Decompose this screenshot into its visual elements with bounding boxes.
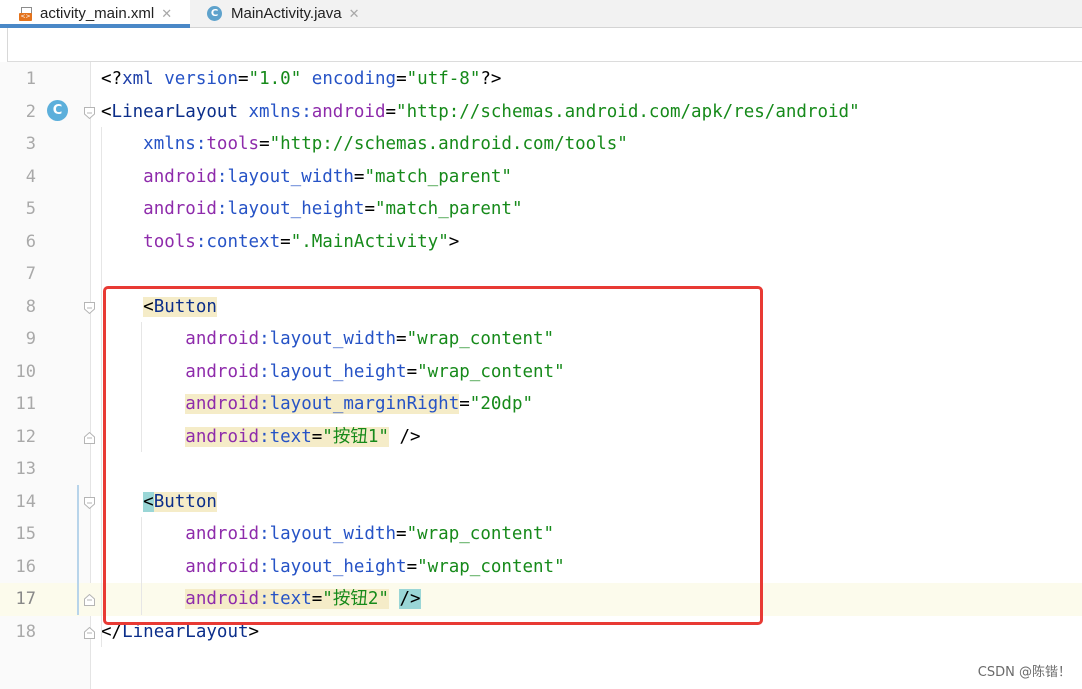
code-line[interactable]: 4 android:layout_width="match_parent" bbox=[0, 161, 1082, 194]
fold-end-icon[interactable] bbox=[84, 626, 95, 639]
class-gutter-icon[interactable]: C bbox=[47, 100, 68, 121]
code-token: = bbox=[364, 199, 375, 219]
java-class-icon: C bbox=[207, 6, 222, 21]
code-token: :layout_height bbox=[216, 199, 365, 219]
code-token: encoding bbox=[311, 69, 397, 89]
code-text[interactable]: android:layout_height="match_parent" bbox=[101, 193, 523, 226]
code-token: < bbox=[101, 101, 112, 122]
code-line[interactable]: 5 android:layout_height="match_parent" bbox=[0, 193, 1082, 226]
code-line[interactable]: 1 <?xml version="1.0" encoding="utf-8"?> bbox=[0, 63, 1082, 96]
vcs-change-marker[interactable] bbox=[77, 485, 79, 615]
code-line[interactable]: 3 xmlns:tools="http://schemas.android.co… bbox=[0, 128, 1082, 161]
line-number: 2 bbox=[25, 101, 36, 122]
close-icon[interactable]: ✕ bbox=[349, 6, 360, 22]
xml-file-icon: <> bbox=[19, 6, 32, 21]
code-line[interactable]: 6 tools:context=".MainActivity"> bbox=[0, 226, 1082, 259]
line-number: 14 bbox=[15, 491, 36, 512]
watermark: CSDN @陈锴！ bbox=[977, 665, 1071, 680]
tab-activity-main-xml[interactable]: <> activity_main.xml ✕ bbox=[0, 0, 190, 28]
code-text[interactable]: <?xml version="1.0" encoding="utf-8"?> bbox=[101, 63, 501, 96]
fold-collapse-icon[interactable] bbox=[84, 106, 95, 119]
code-text[interactable]: tools:context=".MainActivity"> bbox=[101, 226, 459, 259]
code-token: xmlns: bbox=[248, 101, 312, 122]
line-number: 15 bbox=[15, 524, 36, 544]
close-icon[interactable]: ✕ bbox=[161, 6, 172, 22]
tab-label: MainActivity.java bbox=[231, 5, 342, 22]
line-number: 13 bbox=[15, 459, 36, 479]
code-line[interactable]: 2 <LinearLayout xmlns:android="http://sch… bbox=[0, 96, 1082, 129]
code-token: LinearLayout bbox=[111, 101, 249, 122]
code-token: > bbox=[448, 231, 460, 252]
line-number: 6 bbox=[25, 231, 36, 252]
code-token: ?> bbox=[480, 69, 502, 89]
editor-tab-bar: <> activity_main.xml ✕ C MainActivity.ja… bbox=[0, 0, 1082, 28]
code-token: "match_parent" bbox=[364, 166, 512, 187]
code-token: = bbox=[238, 69, 249, 89]
line-number: 12 bbox=[15, 426, 36, 447]
code-text[interactable]: <LinearLayout xmlns:android="http://sche… bbox=[101, 96, 860, 129]
line-number: 11 bbox=[15, 394, 36, 414]
code-token: xmlns: bbox=[143, 134, 207, 154]
code-token: = bbox=[385, 101, 397, 122]
line-number: 7 bbox=[25, 264, 36, 284]
code-token: = bbox=[280, 231, 291, 252]
tab-label: activity_main.xml bbox=[40, 5, 155, 22]
code-text[interactable]: android:layout_width="match_parent" bbox=[101, 161, 512, 194]
tab-main-activity-java[interactable]: C MainActivity.java ✕ bbox=[207, 0, 387, 27]
code-token: "http://schemas.android.com/tools" bbox=[269, 134, 628, 154]
code-token: android bbox=[311, 101, 386, 122]
highlight-box bbox=[103, 286, 763, 625]
fold-collapse-icon[interactable] bbox=[84, 496, 95, 509]
line-number: 1 bbox=[25, 69, 36, 89]
fold-collapse-icon[interactable] bbox=[84, 301, 95, 314]
code-token: :layout_width bbox=[216, 166, 354, 187]
line-number: 8 bbox=[25, 296, 36, 317]
code-token: "http://schemas.android.com/apk/res/andr… bbox=[396, 101, 860, 122]
fold-end-icon[interactable] bbox=[84, 594, 95, 606]
line-number: 17 bbox=[15, 589, 36, 609]
code-token: version bbox=[164, 69, 238, 89]
code-token: "1.0" bbox=[248, 69, 302, 89]
code-token: tools bbox=[143, 231, 196, 252]
line-number: 16 bbox=[15, 556, 36, 577]
line-number: 10 bbox=[15, 361, 36, 382]
code-token: = bbox=[353, 166, 365, 187]
line-number: 18 bbox=[15, 621, 36, 642]
code-token: "utf-8" bbox=[406, 69, 481, 89]
breadcrumb-bar bbox=[7, 28, 1082, 62]
code-token: xml bbox=[122, 69, 165, 89]
line-number: 4 bbox=[25, 166, 36, 187]
line-number: 3 bbox=[25, 134, 36, 154]
line-number: 5 bbox=[25, 199, 36, 219]
code-token: = bbox=[259, 134, 270, 154]
fold-end-icon[interactable] bbox=[84, 431, 95, 444]
indent-guide bbox=[101, 127, 102, 647]
code-token: tools bbox=[206, 134, 260, 154]
code-token: :context bbox=[195, 231, 281, 252]
code-token: android bbox=[143, 166, 217, 187]
code-token: android bbox=[143, 199, 217, 219]
code-text[interactable]: xmlns:tools="http://schemas.android.com/… bbox=[101, 128, 628, 161]
code-token: "match_parent" bbox=[374, 199, 523, 219]
code-token: ".MainActivity" bbox=[290, 231, 449, 252]
code-token: <? bbox=[101, 69, 123, 89]
line-number: 9 bbox=[25, 329, 36, 349]
code-token: = bbox=[396, 69, 407, 89]
